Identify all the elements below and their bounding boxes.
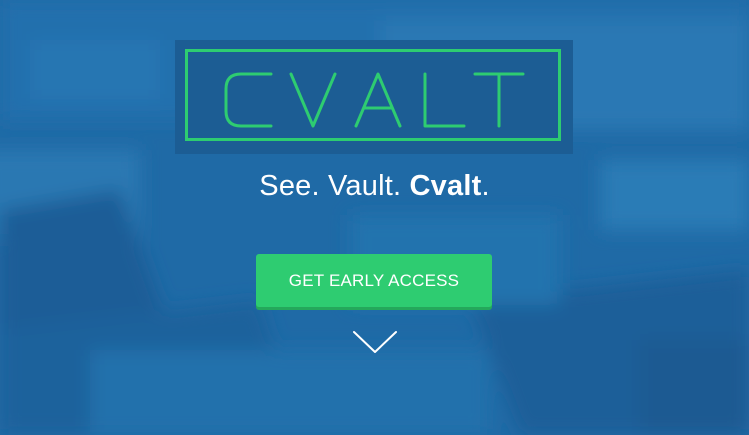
tagline-brand: Cvalt bbox=[409, 170, 482, 202]
tagline-period: . bbox=[481, 170, 490, 202]
chevron-down-icon[interactable] bbox=[352, 330, 398, 356]
tagline-see: See. bbox=[259, 170, 320, 202]
get-early-access-button[interactable]: GET EARLY ACCESS bbox=[256, 254, 492, 307]
tagline: See. Vault. Cvalt. bbox=[0, 170, 749, 203]
tagline-vault: Vault. bbox=[328, 170, 402, 202]
logo[interactable] bbox=[185, 49, 561, 141]
logo-wordmark bbox=[224, 72, 525, 128]
hero-section: See. Vault. Cvalt. GET EARLY ACCESS bbox=[0, 0, 749, 435]
